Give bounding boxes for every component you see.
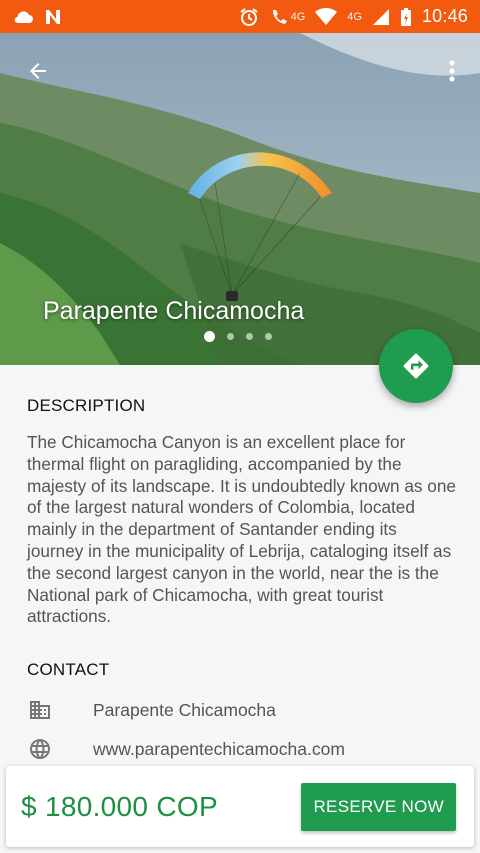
app-n-icon [44,9,62,25]
globe-icon [27,736,53,762]
building-icon [27,697,53,723]
place-title: Parapente Chicamocha [43,297,305,325]
more-vert-icon [449,60,455,82]
contact-heading: CONTACT [27,660,110,679]
back-button[interactable] [18,51,58,91]
price-label: $ 180.000 COP [21,790,218,822]
description-heading: DESCRIPTION [27,396,146,415]
reserve-now-button[interactable]: RESERVE NOW [301,782,456,831]
carousel-indicator [204,331,272,342]
clock: 10:46 [421,6,468,26]
battery-icon [400,7,412,27]
contact-company-row[interactable]: Parapente Chicamocha [27,697,447,723]
contact-website-link[interactable]: www.parapentechicamocha.com [93,739,345,760]
status-bar: 4G 4G 10:46 [0,0,480,33]
alarm-icon [239,7,259,27]
cloud-icon [12,10,34,24]
network-type: 4G [347,10,362,23]
wifi-icon [315,7,338,26]
contact-website-row[interactable]: www.parapentechicamocha.com [27,736,447,762]
hero-image[interactable]: Parapente Chicamocha [0,33,480,365]
directions-icon [403,353,429,379]
carousel-dot[interactable] [265,333,272,340]
signal-icon [372,8,390,26]
contact-company-text: Parapente Chicamocha [93,699,276,720]
description-text: The Chicamocha Canyon is an excellent pl… [27,432,456,627]
directions-button[interactable] [379,329,453,403]
carousel-dot[interactable] [227,333,234,340]
wifi-call-icon: 4G [269,8,305,26]
booking-bar: $ 180.000 COP RESERVE NOW [6,766,474,847]
more-options-button[interactable] [436,51,468,91]
arrow-back-icon [30,63,46,79]
carousel-dot[interactable] [204,331,215,342]
carousel-dot[interactable] [246,333,253,340]
